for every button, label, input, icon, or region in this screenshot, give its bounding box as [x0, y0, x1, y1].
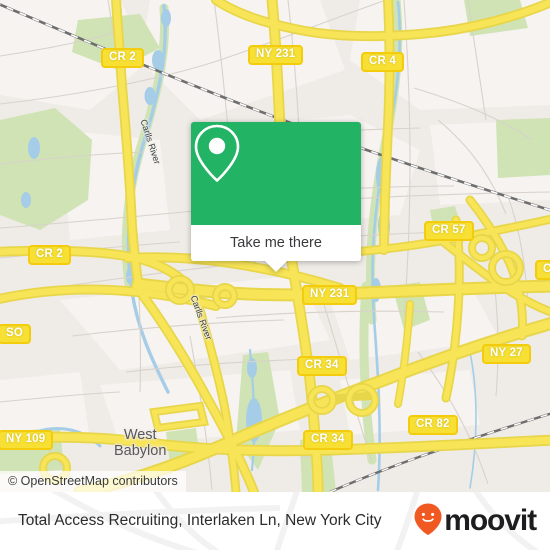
map-canvas[interactable]: CR 2 NY 231 CR 4 CR 57 CR CR 2 SO NY 231 CR 34 NY… [0, 0, 550, 492]
take-me-there-label: Take me there [230, 235, 322, 251]
road-shield: CR 34 [297, 356, 347, 376]
road-shield: CR [535, 260, 550, 280]
take-me-there-button[interactable]: Take me there [191, 225, 361, 272]
place-label: West Babylon [114, 427, 167, 459]
moovit-map-screenshot: CR 2 NY 231 CR 4 CR 57 CR CR 2 SO NY 231 CR 34 NY… [0, 0, 550, 550]
road-shield: CR 34 [303, 430, 353, 450]
moovit-wordmark: moovit [444, 504, 537, 537]
road-shield: NY 231 [302, 285, 358, 305]
popup-pointer-tail [265, 261, 287, 272]
moovit-logo[interactable]: moovit [413, 502, 537, 541]
road-shield: CR 57 [424, 221, 474, 241]
road-shield: SO [0, 324, 32, 344]
road-shield: CR 4 [361, 52, 405, 72]
footer-bar: Total Access Recruiting, Interlaken Ln, … [0, 492, 550, 550]
road-shield: CR 2 [101, 48, 145, 68]
popup-image-area [191, 122, 361, 225]
road-shield: NY 231 [248, 45, 304, 65]
road-shield: CR 82 [408, 415, 458, 435]
road-shield: NY 109 [0, 430, 54, 450]
osm-attribution[interactable]: © OpenStreetMap contributors [0, 471, 186, 492]
moovit-smiley-pin-icon [413, 502, 443, 541]
road-shield: NY 27 [482, 344, 531, 364]
page-title: Total Access Recruiting, Interlaken Ln, … [18, 512, 382, 529]
location-popup[interactable]: Take me there [191, 122, 361, 272]
road-shield: CR 2 [28, 245, 72, 265]
